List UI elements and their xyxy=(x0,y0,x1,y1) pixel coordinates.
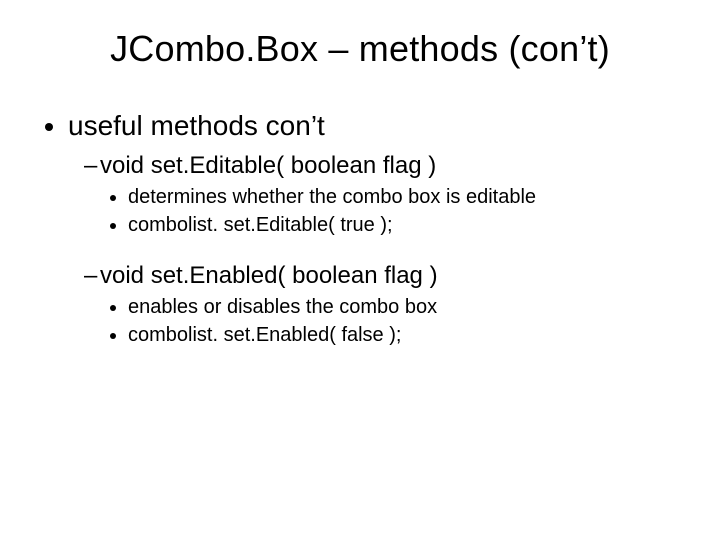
method-signature: void set.Enabled( boolean flag ) xyxy=(100,262,438,289)
dash-icon: – xyxy=(84,152,100,180)
method-desc: enables or disables the combo box xyxy=(128,296,437,318)
list-item: combolist. set.Enabled( false ); xyxy=(128,322,680,348)
bullet-list-level3: enables or disables the combo box combol… xyxy=(86,294,680,348)
bullet-list-level3: determines whether the combo box is edit… xyxy=(86,184,680,238)
list-item: enables or disables the combo box xyxy=(128,294,680,320)
list-item: –void set.Editable( boolean flag ) xyxy=(86,152,680,180)
method-signature: void set.Editable( boolean flag ) xyxy=(100,152,436,179)
list-item: useful methods con’t –void set.Editable(… xyxy=(68,110,680,348)
method-example: combolist. set.Editable( true ); xyxy=(128,214,393,236)
list-item: determines whether the combo box is edit… xyxy=(128,184,680,210)
slide-title: JCombo.Box – methods (con’t) xyxy=(40,28,680,70)
dash-icon: – xyxy=(84,262,100,290)
list-item: combolist. set.Editable( true ); xyxy=(128,212,680,238)
bullet-list-level1: useful methods con’t –void set.Editable(… xyxy=(40,110,680,348)
bullet-text: useful methods con’t xyxy=(68,110,325,141)
slide: JCombo.Box – methods (con’t) useful meth… xyxy=(0,0,720,540)
method-desc: determines whether the combo box is edit… xyxy=(128,186,536,208)
method-example: combolist. set.Enabled( false ); xyxy=(128,324,401,346)
bullet-list-level2: –void set.Editable( boolean flag ) deter… xyxy=(86,152,680,348)
list-item: –void set.Enabled( boolean flag ) xyxy=(86,262,680,290)
